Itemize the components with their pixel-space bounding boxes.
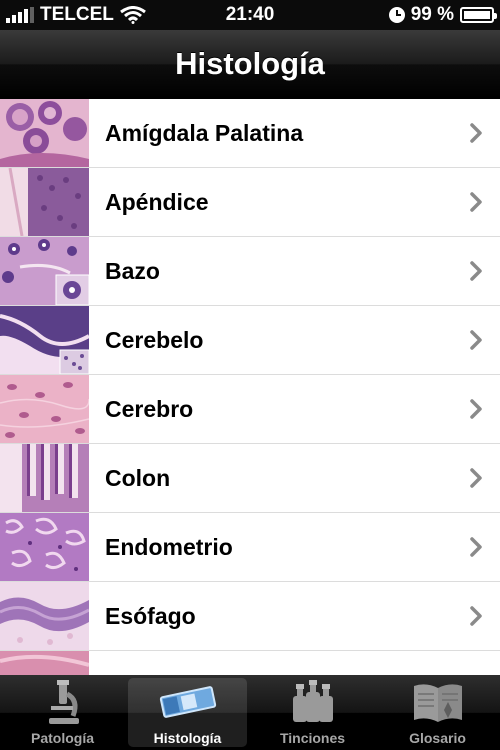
list-item-label: Colon [105, 465, 171, 491]
cerebellum-thumbnail [0, 306, 89, 374]
chevron-right-icon [470, 123, 482, 143]
tab-label: Histología [153, 730, 222, 746]
chevron-right-icon [470, 330, 482, 350]
microscope-icon [48, 680, 79, 724]
bottles-icon [292, 680, 333, 722]
list-item-label: Bazo [105, 258, 160, 284]
chevron-right-icon [470, 537, 482, 557]
tab-patologia[interactable]: Patología [0, 675, 125, 750]
list-item-label: Esófago [105, 603, 196, 629]
tonsil-thumbnail [0, 99, 89, 167]
list-item[interactable]: Bazo [0, 237, 500, 306]
navigation-bar: Histología [0, 30, 500, 99]
slide-icon [159, 686, 216, 718]
list-item[interactable]: Endometrio [0, 513, 500, 582]
chevron-right-icon [470, 399, 482, 419]
list-item-label: Apéndice [105, 189, 209, 215]
colon-thumbnail [0, 444, 89, 512]
list-item[interactable]: Amígdala Palatina [0, 99, 500, 168]
list-item-label: Endometrio [105, 534, 233, 560]
book-icon [413, 684, 462, 722]
tab-histologia[interactable]: Histología [125, 675, 250, 750]
chevron-right-icon [470, 606, 482, 626]
page-title: Histología [175, 46, 325, 81]
esophagus-thumbnail [0, 582, 89, 650]
list-item-label: Amígdala Palatina [105, 120, 304, 146]
list-item-label: Cerebelo [105, 327, 204, 353]
cerebrum-thumbnail [0, 375, 89, 443]
status-right-group: 99 % [388, 4, 497, 26]
tab-label: Tinciones [279, 730, 346, 746]
list-item[interactable]: Esófago [0, 582, 500, 651]
list-item[interactable]: Colon [0, 444, 500, 513]
tab-glosario[interactable]: Glosario [375, 675, 500, 750]
clock-icon [388, 7, 405, 23]
status-bar: TELCEL 21:40 99 % [0, 0, 500, 30]
list-item[interactable]: Cerebro [0, 375, 500, 444]
list-item[interactable] [0, 651, 500, 675]
battery-percent: 99 % [410, 4, 454, 25]
tab-label: Glosario [409, 730, 466, 746]
endometrium-thumbnail [0, 513, 89, 581]
chevron-right-icon [470, 468, 482, 488]
tab-bar: Patología Histología Tinciones Glosario [0, 675, 500, 750]
list-item[interactable]: Apéndice [0, 168, 500, 237]
appendix-thumbnail [0, 168, 89, 236]
list-item-label: Cerebro [105, 396, 194, 422]
battery-icon [460, 7, 497, 23]
tissue-list[interactable]: Amígdala Palatina Apéndice Bazo Cerebelo… [0, 99, 500, 675]
list-item[interactable]: Cerebelo [0, 306, 500, 375]
chevron-right-icon [470, 192, 482, 212]
tab-tinciones[interactable]: Tinciones [250, 675, 375, 750]
chevron-right-icon [470, 261, 482, 281]
partial-thumbnail [0, 651, 89, 675]
spleen-thumbnail [0, 237, 89, 305]
tab-label: Patología [30, 730, 94, 746]
